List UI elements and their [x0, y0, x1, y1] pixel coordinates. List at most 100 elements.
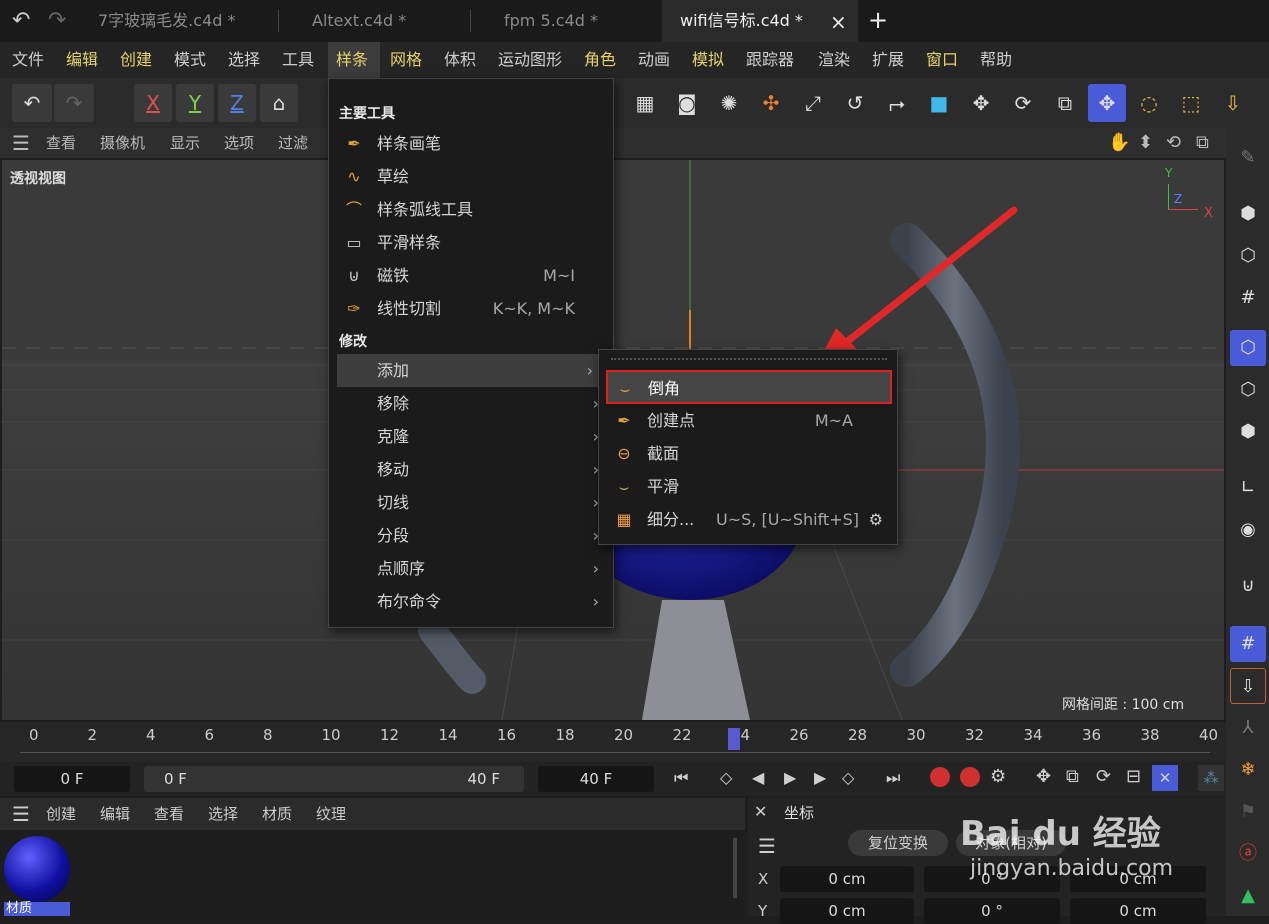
material-menu-select[interactable]: 选择: [208, 798, 238, 830]
material-menu-material[interactable]: 材质: [262, 798, 292, 830]
current-frame-field[interactable]: 0 F: [14, 766, 130, 792]
undo-button[interactable]: ↶: [12, 84, 52, 122]
reset-transform-button[interactable]: 复位变换: [848, 830, 948, 856]
material-menu-texture[interactable]: 纹理: [316, 798, 346, 830]
range-slider[interactable]: 0 F 40 F: [144, 766, 524, 792]
menu-item-clone[interactable]: 克隆 ›: [329, 420, 613, 453]
menu-mode[interactable]: 模式: [174, 42, 206, 78]
menu-item-sketch[interactable]: ∿ 草绘: [329, 160, 613, 193]
menu-volume[interactable]: 体积: [444, 42, 476, 78]
menu-item-remove[interactable]: 移除 ›: [329, 387, 613, 420]
x-axis-lock-button[interactable]: X: [134, 84, 172, 122]
next-frame-icon[interactable]: ▶: [814, 768, 826, 787]
material-thumbnail[interactable]: [4, 836, 70, 902]
auto-snap-icon[interactable]: ✕: [1152, 765, 1178, 791]
menu-help[interactable]: 帮助: [980, 42, 1012, 78]
axis-mode-icon[interactable]: ∟: [1230, 470, 1266, 506]
tab-file-2[interactable]: Altext.c4d *: [312, 0, 452, 42]
camera-icon[interactable]: ◙: [668, 84, 706, 122]
download-icon[interactable]: ⇩: [1214, 84, 1252, 122]
menu-item-point-order[interactable]: 点顺序 ›: [329, 552, 613, 585]
plugin-icon[interactable]: ⓐ: [1230, 836, 1266, 872]
drop-icon[interactable]: ⇩: [1230, 668, 1266, 704]
edit-icon[interactable]: ✎: [1230, 140, 1266, 176]
menu-item-spline-arc[interactable]: ⌒ 样条弧线工具: [329, 193, 613, 226]
menu-item-smooth[interactable]: ⌣ 平滑: [599, 470, 897, 503]
tab-close-icon[interactable]: ×: [830, 10, 847, 34]
menu-item-create-point[interactable]: ✒ 创建点 M~A: [599, 404, 897, 437]
menu-animation[interactable]: 动画: [638, 42, 670, 78]
play-icon[interactable]: ▶: [784, 768, 796, 787]
material-name[interactable]: 材质: [4, 902, 70, 916]
menu-spline[interactable]: 样条: [328, 42, 380, 78]
sync-icon[interactable]: ⟳: [1096, 766, 1111, 787]
menu-item-line-cut[interactable]: ✑ 线性切割 K~K, M~K: [329, 292, 613, 325]
flag-icon[interactable]: ⚑: [1230, 794, 1266, 830]
menu-edit[interactable]: 编辑: [66, 42, 98, 78]
menu-simulate[interactable]: 模拟: [692, 42, 724, 78]
menu-item-chamfer[interactable]: ⌣ 倒角: [606, 370, 892, 404]
menu-window[interactable]: 窗口: [926, 42, 958, 78]
autokey-icon[interactable]: [960, 767, 980, 787]
add-tab-icon[interactable]: +: [868, 6, 888, 34]
go-to-start-icon[interactable]: ⏮: [674, 768, 688, 788]
submenu-drag-handle[interactable]: [611, 358, 887, 362]
menu-item-spline-pen[interactable]: ✒ 样条画笔: [329, 127, 613, 160]
menu-mesh[interactable]: 网格: [390, 42, 422, 78]
dolly-icon[interactable]: ⬍: [1138, 128, 1153, 158]
rotation-y-field[interactable]: 0 °: [924, 898, 1060, 924]
viewport-menu-view[interactable]: 查看: [46, 128, 76, 158]
move-axis-icon[interactable]: ⮣: [878, 84, 916, 122]
material-menu-edit[interactable]: 编辑: [100, 798, 130, 830]
edge-mode-icon[interactable]: ⬡: [1230, 372, 1266, 408]
position-y-field[interactable]: 0 cm: [780, 898, 914, 924]
menu-item-subdivide[interactable]: ▦ 细分... U~S, [U~Shift+S] ⚙: [599, 503, 897, 536]
gear-icon[interactable]: ⚙: [869, 503, 883, 536]
viewport-menu-camera[interactable]: 摄像机: [100, 128, 145, 158]
menu-character[interactable]: 角色: [584, 42, 616, 78]
menu-item-section[interactable]: ⊖ 截面: [599, 437, 897, 470]
menu-item-magnet[interactable]: ⊍ 磁铁 M~I: [329, 259, 613, 292]
menu-item-segment[interactable]: 分段 ›: [329, 519, 613, 552]
undo-icon[interactable]: ↶: [12, 8, 30, 33]
redo-button[interactable]: ↷: [54, 84, 94, 122]
z-axis-lock-button[interactable]: Z: [218, 84, 256, 122]
snowflake-icon[interactable]: ❄: [1230, 752, 1266, 788]
menu-file[interactable]: 文件: [12, 42, 44, 78]
menu-item-add[interactable]: 添加 ›: [337, 354, 607, 387]
hamburger-icon[interactable]: ☰: [12, 128, 30, 158]
prev-frame-icon[interactable]: ◀: [752, 768, 764, 787]
menu-select[interactable]: 选择: [228, 42, 260, 78]
polygon-mode-icon[interactable]: ⬢: [1230, 414, 1266, 450]
key-settings-icon[interactable]: ⚙: [990, 766, 1006, 787]
rotate-tool-icon[interactable]: ↺: [836, 84, 874, 122]
menu-item-tangent[interactable]: 切线 ›: [329, 486, 613, 519]
maximize-view-icon[interactable]: ⧉: [1196, 128, 1209, 158]
viewport-menu-options[interactable]: 选项: [224, 128, 254, 158]
menu-item-boolean[interactable]: 布尔命令 ›: [329, 585, 613, 618]
material-menu-create[interactable]: 创建: [46, 798, 76, 830]
hamburger-icon[interactable]: ☰: [12, 798, 30, 830]
grid-view-icon[interactable]: ▦: [626, 84, 664, 122]
menu-extensions[interactable]: 扩展: [872, 42, 904, 78]
triangle-icon[interactable]: ▲: [1230, 878, 1266, 914]
menu-mograph[interactable]: 运动图形: [498, 42, 562, 78]
hamburger-icon[interactable]: ☰: [758, 834, 776, 858]
tab-file-1[interactable]: 7字玻璃毛发.c4d *: [98, 0, 268, 42]
motion-icon[interactable]: ✥: [1036, 766, 1051, 787]
position-x-field[interactable]: 0 cm: [780, 866, 914, 892]
box-select-icon[interactable]: ⬚: [1172, 84, 1210, 122]
material-menu-view[interactable]: 查看: [154, 798, 184, 830]
model-mode-icon[interactable]: ⬢: [1230, 196, 1266, 232]
record-icon[interactable]: [930, 767, 950, 787]
menu-item-smooth-spline[interactable]: ▭ 平滑样条: [329, 226, 613, 259]
menu-item-move[interactable]: 移动 ›: [329, 453, 613, 486]
menu-tracker[interactable]: 跟踪器: [746, 42, 794, 78]
y-axis-lock-button[interactable]: Y: [176, 84, 214, 122]
pan-hand-icon[interactable]: ✋: [1108, 128, 1130, 158]
coordinate-system-icon[interactable]: ⌂: [260, 84, 298, 122]
scale-icon[interactable]: ⧉: [1046, 84, 1084, 122]
next-key-icon[interactable]: ◇: [842, 768, 854, 787]
arrow-up-icon[interactable]: ⅄: [1230, 710, 1266, 746]
menu-create[interactable]: 创建: [120, 42, 152, 78]
